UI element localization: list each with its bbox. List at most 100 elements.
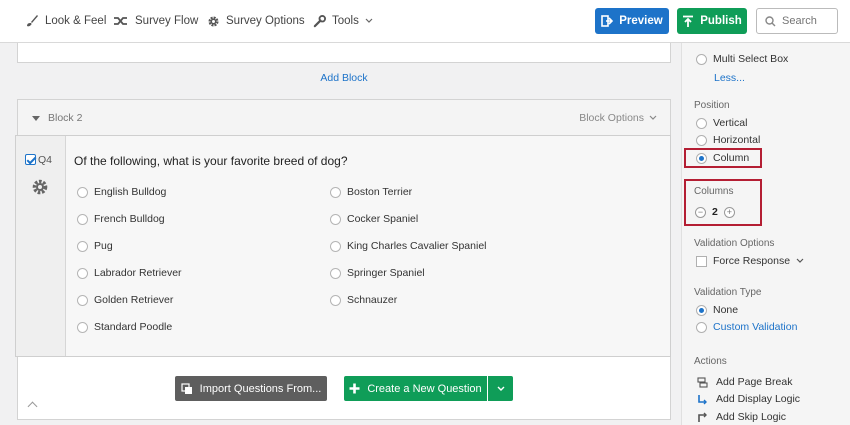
actions-label: Actions bbox=[694, 356, 727, 367]
option-radio[interactable] bbox=[696, 321, 707, 333]
choice-item[interactable]: Golden Retriever bbox=[77, 294, 173, 306]
previous-block-bottom bbox=[17, 43, 671, 63]
question-number[interactable]: Q4 bbox=[38, 154, 52, 166]
validation-custom[interactable]: Custom Validation bbox=[696, 321, 797, 333]
option-radio[interactable] bbox=[696, 117, 707, 129]
choice-radio[interactable] bbox=[330, 294, 341, 306]
action-label: Add Skip Logic bbox=[716, 411, 787, 423]
question-select-checkbox[interactable] bbox=[25, 154, 36, 165]
choice-radio[interactable] bbox=[77, 267, 88, 279]
add-skip-logic-action[interactable]: Add Skip Logic bbox=[697, 411, 786, 423]
preview-label: Preview bbox=[619, 15, 663, 27]
search-icon bbox=[765, 15, 776, 26]
chevron-down-icon bbox=[497, 386, 504, 391]
option-multi-select-box[interactable]: Multi Select Box bbox=[696, 53, 788, 65]
choice-item[interactable]: Schnauzer bbox=[330, 294, 397, 306]
action-label: Add Page Break bbox=[716, 376, 793, 388]
search-input[interactable] bbox=[782, 15, 834, 27]
look-feel-label: Look & Feel bbox=[45, 15, 107, 27]
add-page-break-action[interactable]: Add Page Break bbox=[697, 376, 792, 388]
page-break-icon bbox=[697, 376, 708, 388]
question-gutter: Q4 bbox=[16, 136, 66, 356]
block-title[interactable]: Block 2 bbox=[48, 112, 82, 124]
choice-item[interactable]: Standard Poodle bbox=[77, 321, 172, 333]
force-response-label: Force Response bbox=[713, 255, 791, 267]
choice-item[interactable]: English Bulldog bbox=[77, 186, 166, 198]
preview-button[interactable]: Preview bbox=[595, 8, 669, 34]
look-feel-button[interactable]: Look & Feel bbox=[25, 14, 106, 28]
choice-item[interactable]: French Bulldog bbox=[77, 213, 165, 225]
chevron-down-icon[interactable] bbox=[796, 258, 804, 264]
choice-label: Standard Poodle bbox=[94, 321, 173, 333]
choice-item[interactable]: Boston Terrier bbox=[330, 186, 412, 198]
choice-label: Boston Terrier bbox=[347, 186, 413, 198]
collapse-caret-icon[interactable] bbox=[32, 116, 40, 121]
choice-item[interactable]: Cocker Spaniel bbox=[330, 213, 418, 225]
block-header[interactable]: Block 2 Block Options bbox=[18, 100, 670, 136]
question-text[interactable]: Of the following, what is your favorite … bbox=[74, 154, 348, 168]
block-options-menu[interactable]: Block Options bbox=[579, 112, 657, 124]
position-vertical[interactable]: Vertical bbox=[696, 117, 747, 129]
block-options-label: Block Options bbox=[579, 112, 644, 124]
publish-button[interactable]: Publish bbox=[677, 8, 747, 34]
choice-radio[interactable] bbox=[77, 240, 88, 252]
preview-icon bbox=[601, 15, 614, 27]
chevron-down-icon bbox=[649, 115, 657, 120]
choice-label: Golden Retriever bbox=[94, 294, 174, 306]
plus-icon bbox=[349, 383, 360, 394]
option-radio[interactable] bbox=[696, 134, 707, 146]
option-radio-selected[interactable] bbox=[696, 304, 707, 316]
choice-radio[interactable] bbox=[77, 186, 88, 198]
option-label: Multi Select Box bbox=[713, 53, 789, 65]
less-link[interactable]: Less... bbox=[714, 72, 745, 84]
import-label: Import Questions From... bbox=[199, 382, 322, 395]
tools-menu[interactable]: Tools bbox=[313, 14, 373, 28]
choice-label: English Bulldog bbox=[94, 186, 167, 198]
copy-icon bbox=[181, 382, 192, 394]
create-label: Create a New Question bbox=[367, 382, 482, 395]
option-label: Horizontal bbox=[713, 134, 761, 146]
display-logic-icon bbox=[698, 394, 707, 404]
add-display-logic-action[interactable]: Add Display Logic bbox=[697, 393, 800, 405]
wrench-icon bbox=[313, 14, 326, 27]
validation-options-label: Validation Options bbox=[694, 238, 775, 249]
import-questions-button[interactable]: Import Questions From... bbox=[175, 376, 327, 401]
position-label: Position bbox=[694, 100, 730, 111]
create-question-dropdown[interactable] bbox=[488, 376, 513, 401]
force-response-option[interactable]: Force Response bbox=[696, 255, 804, 267]
skip-logic-icon bbox=[698, 412, 707, 422]
choice-label: Labrador Retriever bbox=[94, 267, 182, 279]
choice-label: French Bulldog bbox=[94, 213, 165, 225]
paintbrush-icon bbox=[27, 15, 38, 27]
choice-radio[interactable] bbox=[77, 294, 88, 306]
create-question-button[interactable]: Create a New Question bbox=[344, 376, 487, 401]
choice-label: Schnauzer bbox=[347, 294, 398, 306]
choice-radio[interactable] bbox=[77, 321, 88, 333]
choice-item[interactable]: Springer Spaniel bbox=[330, 267, 425, 279]
option-label: Vertical bbox=[713, 117, 748, 129]
choice-radio[interactable] bbox=[330, 240, 341, 252]
choice-item[interactable]: King Charles Cavalier Spaniel bbox=[330, 240, 487, 252]
choice-radio[interactable] bbox=[330, 213, 341, 225]
survey-options-button[interactable]: Survey Options bbox=[207, 14, 305, 28]
publish-icon bbox=[683, 15, 694, 27]
survey-flow-button[interactable]: Survey Flow bbox=[113, 14, 198, 28]
position-horizontal[interactable]: Horizontal bbox=[696, 134, 760, 146]
add-block-link[interactable]: Add Block bbox=[0, 72, 688, 84]
validation-none[interactable]: None bbox=[696, 304, 738, 316]
question-settings-gear-icon[interactable] bbox=[31, 178, 49, 199]
choice-item[interactable]: Pug bbox=[77, 240, 113, 252]
custom-validation-link[interactable]: Custom Validation bbox=[713, 321, 797, 333]
choice-radio[interactable] bbox=[330, 186, 341, 198]
option-radio[interactable] bbox=[696, 53, 707, 65]
choice-radio[interactable] bbox=[330, 267, 341, 279]
choice-item[interactable]: Labrador Retriever bbox=[77, 267, 182, 279]
force-response-checkbox[interactable] bbox=[696, 255, 707, 267]
question-q4[interactable]: Q4 Of the following, what is your favori… bbox=[15, 135, 671, 357]
choice-label: Springer Spaniel bbox=[347, 267, 425, 279]
choice-radio[interactable] bbox=[77, 213, 88, 225]
flow-icon bbox=[114, 17, 127, 25]
search-box[interactable] bbox=[756, 8, 838, 34]
publish-label: Publish bbox=[700, 15, 742, 27]
validation-type-label: Validation Type bbox=[694, 287, 762, 298]
